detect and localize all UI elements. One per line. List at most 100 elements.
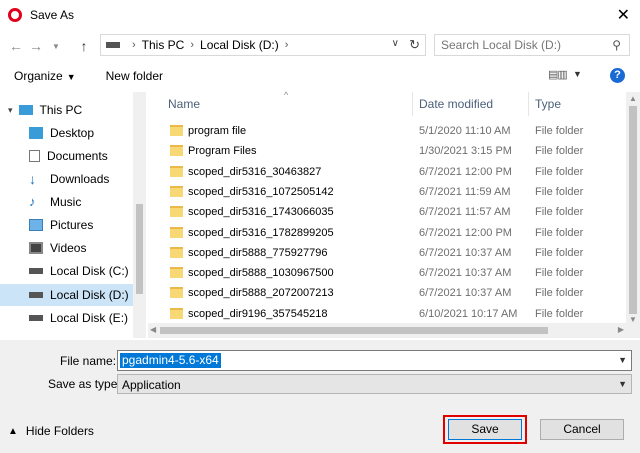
save-options-panel: File name: pgadmin4-5.6-x64 ▼ Save as ty… [0, 340, 640, 453]
scrollbar-thumb[interactable] [160, 327, 548, 334]
file-name: scoped_dir5888_2072007213 [188, 287, 334, 300]
folder-icon [170, 307, 183, 319]
scrollbar-thumb[interactable] [136, 204, 143, 294]
file-name: scoped_dir5316_1743066035 [188, 206, 334, 219]
navigation-pane: ▾ This PC Desktop Documents ↓ Downloads … [0, 92, 146, 338]
folder-icon [170, 226, 183, 238]
save-button[interactable]: Save [448, 419, 522, 440]
view-options-icon[interactable]: ▤▥ [548, 68, 568, 81]
chevron-down-icon[interactable]: ▼ [618, 379, 627, 389]
sidebar-item-videos[interactable]: Videos [0, 237, 133, 259]
hide-folders-button[interactable]: ▲ Hide Folders [8, 424, 94, 438]
breadcrumb-separator-icon[interactable]: › [285, 39, 289, 51]
sidebar-item-label: Documents [47, 149, 108, 163]
sidebar-item-downloads[interactable]: ↓ Downloads [0, 168, 133, 190]
file-row[interactable]: Program Files 1/30/2021 3:15 PM File folde… [148, 141, 626, 161]
help-icon[interactable]: ? [610, 68, 625, 83]
file-date-modified: 6/7/2021 12:00 PM [419, 165, 512, 178]
file-name-field[interactable]: pgadmin4-5.6-x64 ▼ [117, 350, 632, 371]
file-row[interactable]: scoped_dir5888_1030967500 6/7/2021 10:37 … [148, 263, 626, 283]
sidebar-item-desktop[interactable]: Desktop [0, 122, 133, 144]
back-arrow-icon[interactable]: ← [6, 38, 26, 54]
file-row[interactable]: scoped_dir9196_357545218 6/10/2021 10:17 … [148, 304, 626, 324]
column-header-type[interactable]: Type [535, 92, 561, 116]
column-header-name[interactable]: Name [168, 92, 200, 116]
file-row[interactable]: scoped_dir5888_2072007213 6/7/2021 10:37 … [148, 283, 626, 303]
sidebar-scrollbar[interactable] [133, 92, 146, 338]
search-input[interactable] [441, 38, 607, 52]
scroll-down-icon[interactable]: ▼ [629, 315, 637, 324]
column-header-date-modified[interactable]: Date modified [419, 92, 493, 116]
videos-icon [29, 242, 43, 254]
breadcrumb-separator-icon[interactable]: › [132, 39, 136, 51]
file-date-modified: 6/7/2021 11:59 AM [419, 185, 511, 198]
sidebar-item-this-pc[interactable]: ▾ This PC [0, 99, 133, 121]
folder-icon [170, 125, 183, 136]
vertical-scrollbar[interactable]: ▲ ▼ [626, 92, 640, 338]
column-divider[interactable] [412, 92, 413, 116]
file-type: File folder [535, 145, 584, 158]
sidebar-item-label: Local Disk (D:) [50, 288, 129, 302]
scroll-left-icon[interactable]: ◀ [150, 325, 156, 334]
file-row[interactable]: program file 5/1/2020 11:10 AM File folder [148, 121, 626, 141]
file-row[interactable]: scoped_dir5316_30463827 6/7/2021 12:00 PM… [148, 162, 626, 182]
organize-button[interactable]: Organize ▼ [14, 69, 76, 83]
breadcrumb-separator-icon[interactable]: › [190, 39, 194, 51]
sidebar-item-local-disk-d[interactable]: Local Disk (D:) [0, 284, 133, 306]
sidebar-item-music[interactable]: ♪ Music [0, 191, 133, 213]
view-dropdown-icon[interactable]: ▼ [573, 69, 582, 79]
file-row[interactable]: scoped_dir5316_1743066035 6/7/2021 11:57 … [148, 202, 626, 222]
file-row[interactable]: scoped_dir5316_1782899205 6/7/2021 12:00 … [148, 223, 626, 243]
collapse-caret-icon[interactable]: ▾ [8, 105, 13, 116]
sidebar-item-label: This PC [39, 103, 83, 117]
file-name: program file [188, 125, 247, 137]
chevron-down-icon[interactable]: ▼ [618, 355, 627, 365]
file-date-modified: 1/30/2021 3:15 PM [419, 145, 512, 158]
scroll-up-icon[interactable]: ▲ [629, 94, 637, 103]
new-folder-button[interactable]: New folder [106, 69, 163, 83]
file-name-value[interactable]: pgadmin4-5.6-x64 [120, 353, 221, 368]
recent-dropdown-icon[interactable]: ▼ [46, 42, 66, 51]
address-bar[interactable]: › This PC › Local Disk (D:) › ∨ ↻ [100, 34, 426, 56]
save-as-type-select[interactable]: Application ▼ [117, 374, 632, 394]
hide-folders-label: Hide Folders [25, 424, 94, 438]
breadcrumb-this-pc[interactable]: This PC [142, 38, 185, 52]
chevron-up-icon: ▲ [8, 425, 18, 437]
folder-icon [170, 267, 183, 279]
sidebar-item-local-disk-e[interactable]: Local Disk (E:) [0, 307, 133, 329]
sidebar-item-local-disk-c[interactable]: Local Disk (C:) [0, 260, 133, 282]
sort-ascending-icon: ^ [284, 90, 289, 100]
column-divider[interactable] [528, 92, 529, 116]
search-box[interactable]: ⚲ [434, 34, 630, 56]
cancel-button[interactable]: Cancel [540, 419, 624, 440]
address-dropdown-icon[interactable]: ∨ [392, 38, 399, 49]
file-type: File folder [535, 125, 584, 137]
scroll-right-icon[interactable]: ▶ [618, 325, 624, 334]
sidebar-item-label: Local Disk (C:) [50, 264, 129, 278]
horizontal-scrollbar[interactable]: ◀ ▶ [148, 323, 626, 338]
sidebar-item-pictures[interactable]: Pictures [0, 214, 133, 236]
scrollbar-thumb[interactable] [629, 106, 637, 314]
up-arrow-icon[interactable]: ↑ [74, 38, 94, 54]
breadcrumb-local-disk-d[interactable]: Local Disk (D:) [200, 38, 279, 52]
forward-arrow-icon[interactable]: → [26, 38, 46, 54]
sidebar-item-documents[interactable]: Documents [0, 145, 133, 167]
file-name: scoped_dir5316_1072505142 [188, 185, 334, 198]
drive-icon [29, 315, 43, 321]
drive-icon [29, 268, 43, 274]
file-type: File folder [535, 206, 584, 219]
close-icon[interactable]: ✕ [617, 5, 630, 25]
file-type: File folder [535, 185, 584, 198]
file-type: File folder [535, 307, 584, 320]
refresh-icon[interactable]: ↻ [409, 37, 420, 53]
save-as-type-label: Save as type: [48, 377, 121, 391]
sidebar-item-label: Videos [50, 241, 87, 255]
file-date-modified: 6/7/2021 10:37 AM [419, 287, 512, 300]
search-icon[interactable]: ⚲ [612, 38, 621, 52]
file-row[interactable]: scoped_dir5316_1072505142 6/7/2021 11:59 … [148, 182, 626, 202]
file-name: scoped_dir5316_1782899205 [188, 226, 334, 239]
file-name: scoped_dir5888_1030967500 [188, 267, 334, 280]
file-date-modified: 6/7/2021 10:37 AM [419, 267, 512, 280]
file-row[interactable]: scoped_dir5888_775927796 6/7/2021 10:37 A… [148, 243, 626, 263]
file-list: ^ Name Date modified Type program file 5/… [148, 90, 626, 338]
